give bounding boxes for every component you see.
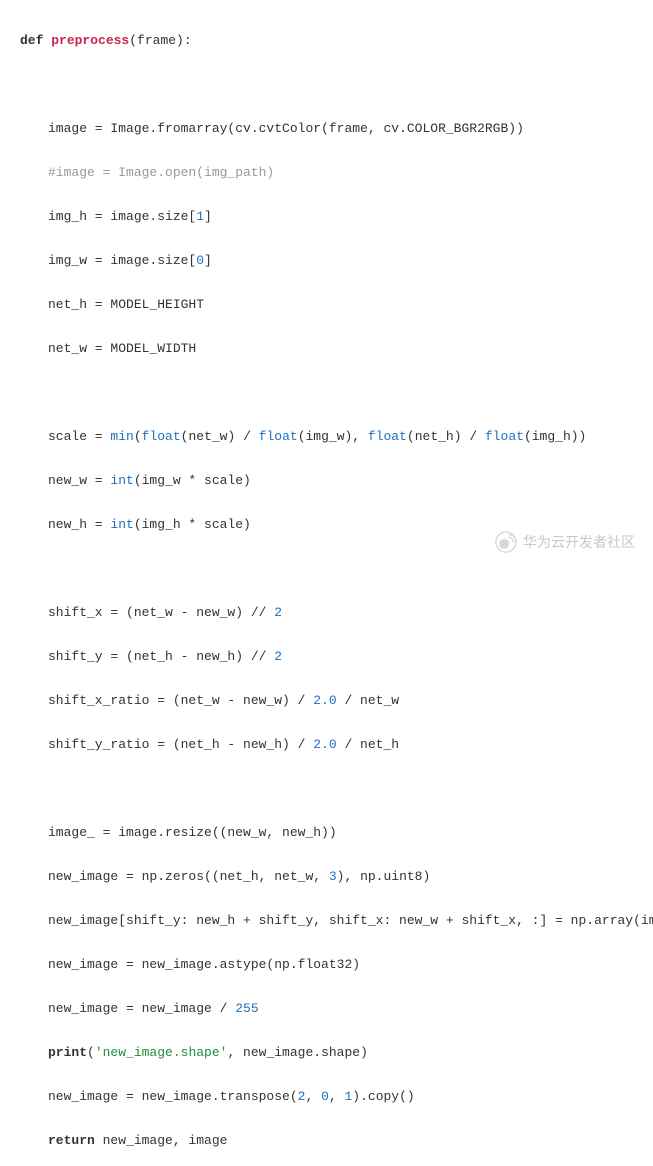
- code-line: image_ = image.resize((new_w, new_h)): [20, 822, 653, 844]
- code-line: shift_x_ratio = (net_w - new_w) / 2.0 / …: [20, 690, 653, 712]
- code-line: new_image[shift_y: new_h + shift_y, shif…: [20, 910, 653, 932]
- function-name: preprocess: [51, 33, 129, 48]
- code-line: new_image = new_image / 255: [20, 998, 653, 1020]
- comment-line: #image = Image.open(img_path): [20, 162, 653, 184]
- code-line: new_w = int(img_w * scale): [20, 470, 653, 492]
- code-line: print('new_image.shape', new_image.shape…: [20, 1042, 653, 1064]
- blank-line: [20, 558, 653, 580]
- blank-line: [20, 778, 653, 800]
- code-line: new_image = new_image.transpose(2, 0, 1)…: [20, 1086, 653, 1108]
- keyword-def: def: [20, 33, 43, 48]
- code-line: def preprocess(frame):: [20, 30, 653, 52]
- code-line: shift_y = (net_h - new_h) // 2: [20, 646, 653, 668]
- code-line: scale = min(float(net_w) / float(img_w),…: [20, 426, 653, 448]
- code-line: new_image = new_image.astype(np.float32): [20, 954, 653, 976]
- code-line: shift_y_ratio = (net_h - new_h) / 2.0 / …: [20, 734, 653, 756]
- code-line: new_h = int(img_h * scale): [20, 514, 653, 536]
- code-line: net_w = MODEL_WIDTH: [20, 338, 653, 360]
- blank-line: [20, 382, 653, 404]
- code-line: img_w = image.size[0]: [20, 250, 653, 272]
- code-line: shift_x = (net_w - new_w) // 2: [20, 602, 653, 624]
- code-line: image = Image.fromarray(cv.cvtColor(fram…: [20, 118, 653, 140]
- code-line: net_h = MODEL_HEIGHT: [20, 294, 653, 316]
- signature: (frame):: [129, 33, 191, 48]
- code-line: img_h = image.size[1]: [20, 206, 653, 228]
- blank-line: [20, 74, 653, 96]
- code-line: new_image = np.zeros((net_h, net_w, 3), …: [20, 866, 653, 888]
- code-block: def preprocess(frame): image = Image.fro…: [0, 0, 653, 1166]
- code-line: return new_image, image: [20, 1130, 653, 1152]
